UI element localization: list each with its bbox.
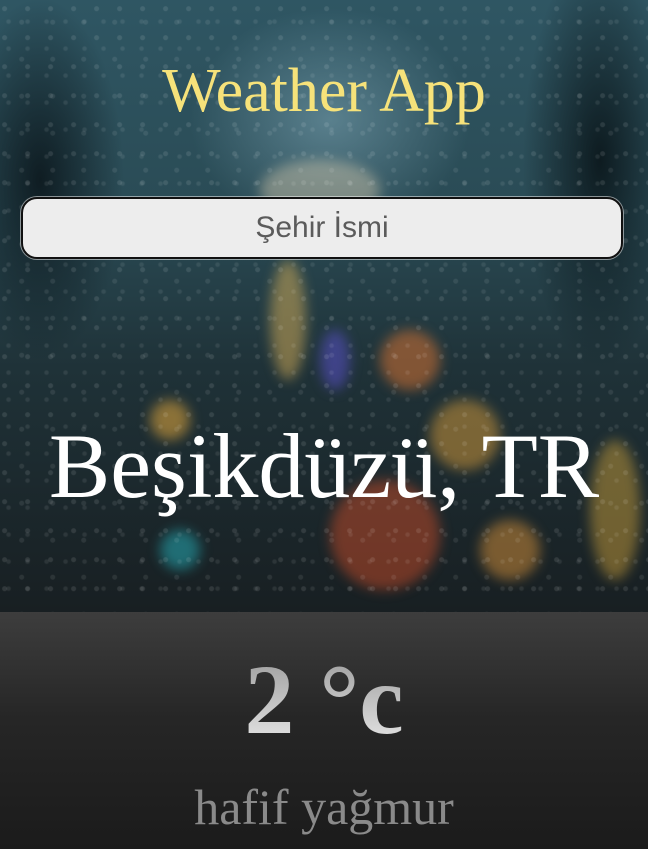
search-box[interactable] (21, 197, 623, 259)
app-title: Weather App (162, 57, 486, 125)
temperature-display: 2 °c (0, 650, 648, 750)
weather-info-panel: 2 °c hafif yağmur (0, 612, 648, 849)
weather-app: Weather App Beşikdüzü, TR 2 °c hafif yağ… (0, 0, 648, 849)
city-search-input[interactable] (23, 199, 621, 257)
city-name: Beşikdüzü, TR (48, 415, 600, 517)
weather-description: hafif yağmur (194, 779, 454, 835)
